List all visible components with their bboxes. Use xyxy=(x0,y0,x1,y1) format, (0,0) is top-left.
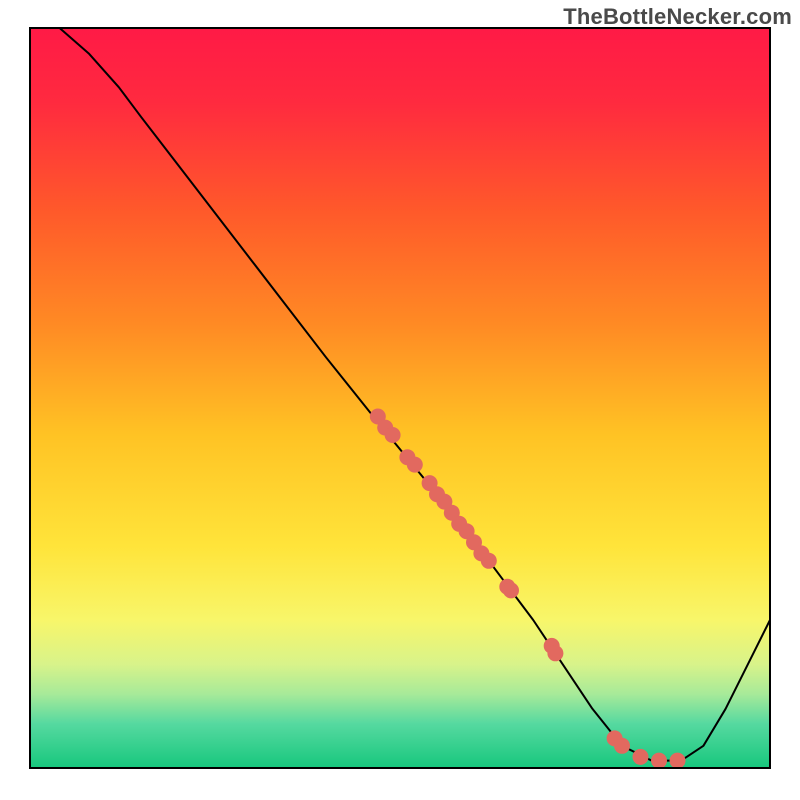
data-point xyxy=(481,553,497,569)
data-point xyxy=(614,738,630,754)
data-point xyxy=(503,582,519,598)
data-point xyxy=(670,753,686,769)
data-point xyxy=(547,645,563,661)
data-point xyxy=(385,427,401,443)
data-point xyxy=(407,457,423,473)
data-point xyxy=(651,753,667,769)
chart-container: TheBottleNecker.com xyxy=(0,0,800,800)
bottleneck-chart xyxy=(0,0,800,800)
gradient-background xyxy=(30,28,770,768)
watermark-text: TheBottleNecker.com xyxy=(563,4,792,30)
data-point xyxy=(633,749,649,765)
